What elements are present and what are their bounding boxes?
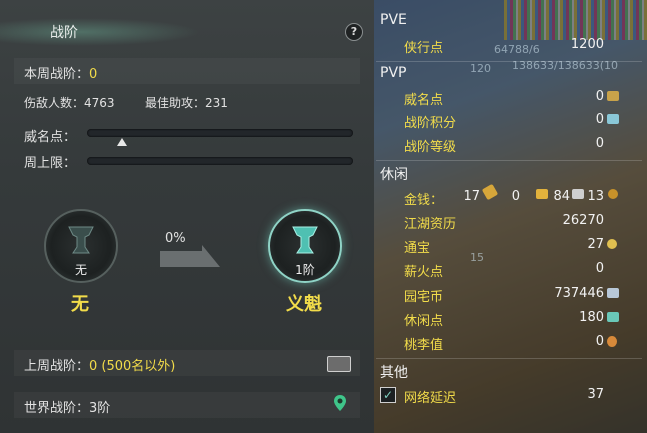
rank-progress-percent: 0% <box>165 231 186 246</box>
rank-panel: 战阶 ? 本周战阶：0 伤敌人数：4763 最佳助攻：231 威名点： 周上限：… <box>0 0 374 433</box>
location-pin-icon[interactable] <box>333 394 347 412</box>
trophy-icon <box>292 226 318 254</box>
assist-label: 最佳助攻： <box>145 96 206 110</box>
pvp-item-label: 战阶积分 <box>404 116 457 131</box>
bg-hud-text: 15 <box>470 251 484 264</box>
current-rank-medal-label: 无 <box>74 263 87 277</box>
latency-label: 网络延迟 <box>404 391 457 406</box>
weekly-cap-label: 周上限： <box>24 156 77 171</box>
pvp-item-value: 0 <box>595 112 604 127</box>
leisure-item-value: 737446 <box>554 286 604 301</box>
section-leisure-title: 休闲 <box>380 167 408 183</box>
header-decoration <box>0 18 200 46</box>
currency-panel: 64788/6 138633/138633(10 120 15 PVE 侠行点 … <box>374 0 647 433</box>
copper-coin-icon <box>608 189 618 199</box>
leisure-item-value: 0 <box>595 261 604 276</box>
leisure-point-icon <box>607 312 619 322</box>
next-rank-medal-label: 1阶 <box>295 263 315 277</box>
bg-hud-text: 120 <box>470 62 491 75</box>
leisure-item-value: 27 <box>587 237 604 252</box>
enemies-row: 伤敌人数：4763 <box>24 94 115 111</box>
world-rank-row: 世界战阶：3阶 <box>24 397 110 416</box>
prestige-bar <box>87 129 353 137</box>
weekly-rank-value: 0 <box>89 67 98 82</box>
money-label: 金钱： <box>404 193 444 208</box>
tongbao-coin-icon <box>607 239 617 249</box>
section-pvp-title: PVP <box>380 65 407 81</box>
weekly-cap-bar <box>87 157 353 165</box>
pvp-item-value: 0 <box>595 89 604 104</box>
next-rank-name: 义魁 <box>286 294 322 315</box>
last-week-value: 0 (500名以外) <box>89 359 176 374</box>
weekly-rank-label: 本周战阶： <box>24 67 90 82</box>
panel-header: 战阶 ? <box>0 14 374 50</box>
leisure-item-label: 园宅币 <box>404 290 444 305</box>
world-rank-value: 3阶 <box>89 401 111 416</box>
enemies-label: 伤敌人数： <box>24 96 85 110</box>
divider <box>376 61 642 62</box>
money-c2-value: 13 <box>587 189 604 204</box>
leisure-item-label: 休闲点 <box>404 314 444 329</box>
current-rank-name: 无 <box>71 294 89 315</box>
enemies-value: 4763 <box>84 96 115 110</box>
peach-icon <box>607 336 617 347</box>
leisure-item-label: 通宝 <box>404 241 431 256</box>
leisure-item-label: 江湖资历 <box>404 217 457 232</box>
pvp-item-label: 战阶等级 <box>404 140 457 155</box>
pvp-item-label: 威名点 <box>404 93 444 108</box>
leisure-item-value: 180 <box>579 310 604 325</box>
prestige-currency-icon <box>607 91 619 101</box>
money-silver-value: 0 <box>511 189 520 204</box>
garden-coin-icon <box>607 288 619 298</box>
help-button[interactable]: ? <box>345 23 363 41</box>
divider <box>376 160 642 161</box>
pve-item-value: 1200 <box>570 37 604 52</box>
world-rank-label: 世界战阶： <box>24 401 90 416</box>
latency-value: 37 <box>587 387 604 402</box>
prestige-marker-icon <box>116 138 127 146</box>
last-week-label: 上周战阶： <box>24 359 90 374</box>
assist-row: 最佳助攻：231 <box>145 94 228 111</box>
panel-title: 战阶 <box>50 25 78 41</box>
next-rank-medal: 1阶 <box>268 209 342 283</box>
divider <box>376 358 642 359</box>
current-rank-medal: 无 <box>44 209 118 283</box>
pve-item-label: 侠行点 <box>404 41 444 56</box>
prestige-label: 威名点： <box>24 130 77 145</box>
last-week-row: 上周战阶：0 (500名以外) <box>24 355 175 374</box>
latency-checkbox[interactable]: ✓ <box>380 387 396 403</box>
weekly-rank-row: 本周战阶：0 <box>24 63 97 82</box>
leisure-item-label: 桃李值 <box>404 338 444 353</box>
money-gold-value: 17 <box>463 189 480 204</box>
chest-icon[interactable] <box>327 356 351 372</box>
section-other-title: 其他 <box>380 365 408 381</box>
section-pve-title: PVE <box>380 12 407 28</box>
pvp-item-value: 0 <box>595 136 604 151</box>
leisure-item-label: 薪火点 <box>404 265 444 280</box>
leisure-item-value: 0 <box>595 334 604 349</box>
trophy-icon <box>68 226 94 254</box>
leisure-item-value: 26270 <box>562 213 604 228</box>
rank-points-icon <box>607 114 619 124</box>
progress-arrow-icon <box>160 245 220 267</box>
assist-value: 231 <box>205 96 228 110</box>
money-c1-value: 84 <box>553 189 570 204</box>
